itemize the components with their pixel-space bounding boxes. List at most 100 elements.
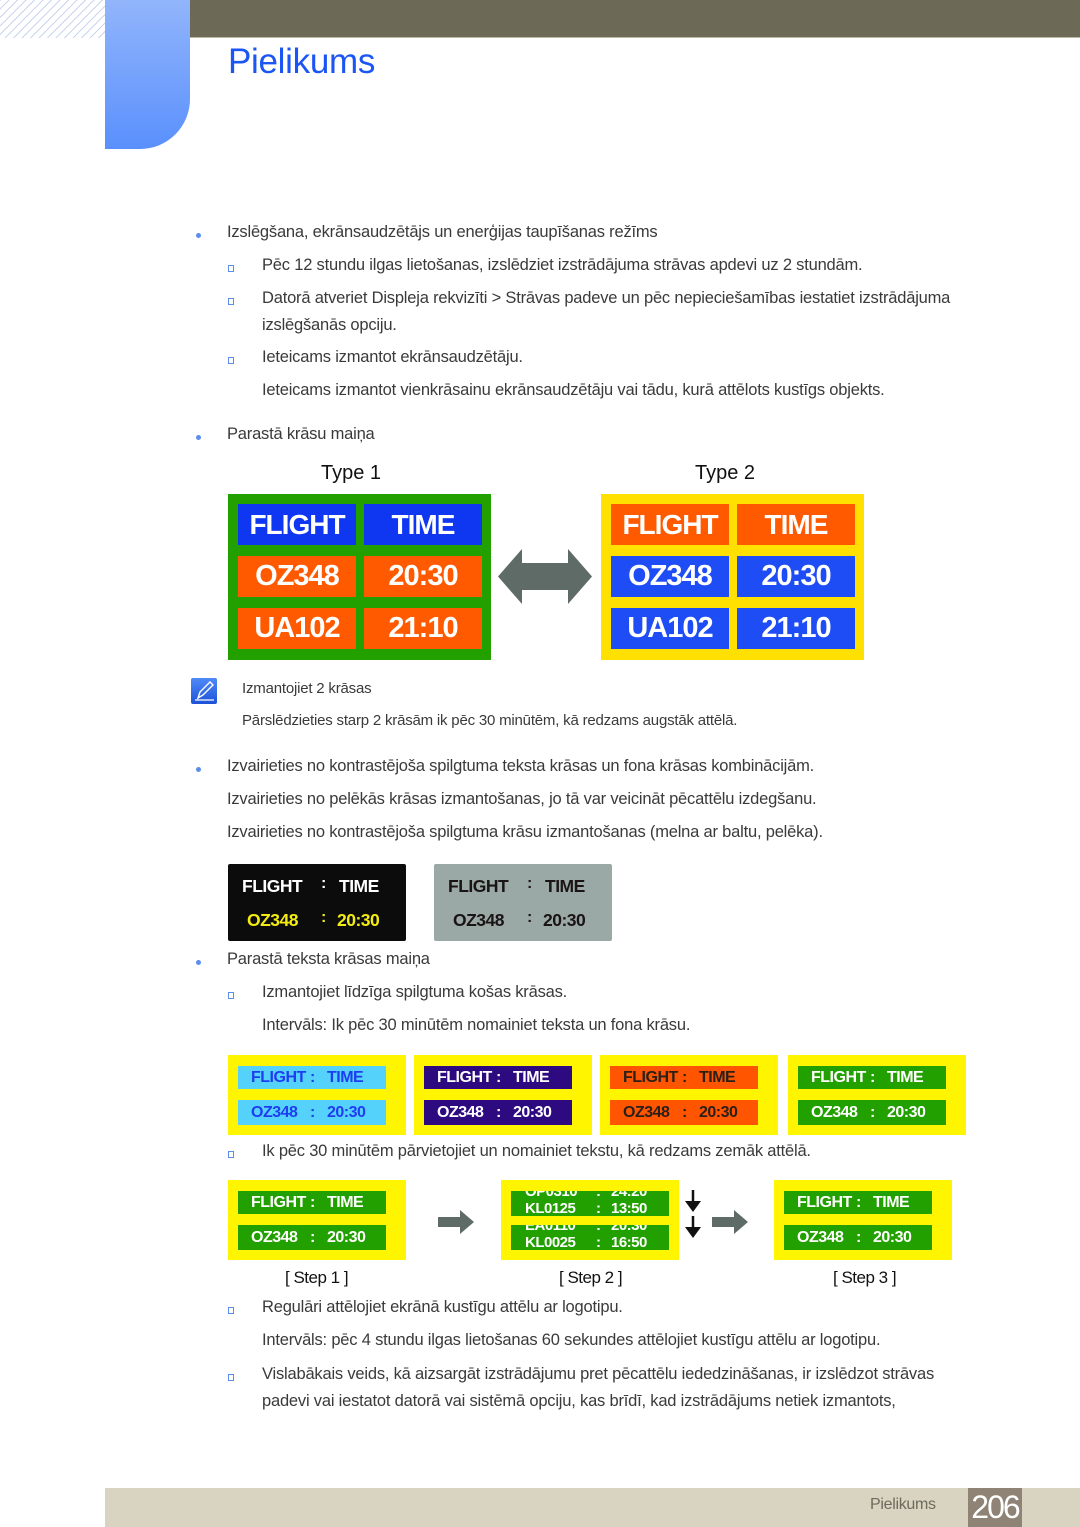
separator: : [321,909,327,926]
step2-label: [ Step 2 ] [559,1268,623,1287]
data-band: OZ348:20:30 [610,1100,758,1125]
separator: : [310,1193,315,1211]
scrolling-band: OP0310:24:20 KL0125:13:50 [511,1191,669,1216]
list-item-continuation: padevi vai iestatot datorā vai sistēmā o… [262,1392,896,1410]
scrolling-row: KL0125:13:50 [511,1200,669,1216]
arrow-right-icon [712,1210,748,1234]
header-time: TIME [699,1068,736,1086]
data-band: OZ348:20:30 [424,1100,572,1125]
bullet-icon [196,767,201,772]
step3-board: FLIGHT: TIME OZ348:20:30 [774,1180,952,1260]
square-bullet-icon [228,1374,234,1381]
type1-board: FLIGHT TIME OZ348 20:30 UA102 21:10 [228,494,491,660]
board-data-cell: UA102 [611,608,729,649]
header-bar [190,0,1080,38]
separator: : [496,1068,501,1086]
flight-value: OZ348 [437,1103,484,1121]
flight-value: OZ348 [251,1228,298,1246]
header-time: TIME [873,1193,910,1211]
header-band: FLIGHT: TIME [798,1066,946,1089]
list-item: Ieteicams izmantot ekrānsaudzētāju. [262,348,523,366]
separator: : [596,1234,601,1250]
list-item: Izmantojiet līdzīga spilgtuma košas krās… [262,983,568,1001]
flight-value: OZ348 [251,1103,298,1121]
separator: : [870,1068,875,1086]
list-item-sub: Ieteicams izmantot vienkrāsainu ekrānsau… [262,381,885,399]
header-flight: FLIGHT [448,876,509,896]
section-heading: Parastā teksta krāsas maiņa [227,950,430,968]
header-flight: FLIGHT [797,1193,852,1211]
time-value: 20:30 [327,1228,366,1246]
separator: : [870,1103,875,1121]
contrast-example-board: FLIGHT: TIME OZ348:20:30 [228,864,406,941]
type2-board: FLIGHT TIME OZ348 20:30 UA102 21:10 [601,494,864,660]
double-arrow-icon [498,549,592,604]
section-heading: Izvairieties no kontrastējoša spilgtuma … [227,757,815,775]
footer-section-label: Pielikums [870,1496,936,1513]
header-flight: FLIGHT [811,1068,866,1086]
flight-value: OZ348 [811,1103,858,1121]
note-title: Izmantojiet 2 krāsas [242,680,372,697]
board-header-cell: TIME [364,504,482,545]
bullet-icon [196,435,201,440]
separator: : [321,875,327,892]
chapter-tab [105,0,190,149]
board-data-cell: 21:10 [364,608,482,649]
separator: : [496,1103,501,1121]
square-bullet-icon [228,265,234,272]
separator: : [310,1068,315,1086]
decorative-stripes [0,0,105,38]
header-flight: FLIGHT [251,1193,306,1211]
color-variant-board: FLIGHT: TIME OZ348:20:30 [228,1055,406,1135]
time-value: 20:30 [543,910,586,930]
board-header-cell: FLIGHT [611,504,729,545]
flight-value: KL0025 [525,1234,576,1250]
header-band: FLIGHT: TIME [238,1191,386,1214]
separator: : [310,1228,315,1246]
bullet-icon [196,233,201,238]
separator: : [856,1228,861,1246]
time-value: 20:30 [873,1228,912,1246]
list-item: Vislabākais veids, kā aizsargāt izstrādā… [262,1365,935,1383]
list-item-continuation: izslēgšanās opciju. [262,316,397,334]
board-header-cell: TIME [737,504,855,545]
color-variant-board: FLIGHT: TIME OZ348:20:30 [788,1055,966,1135]
square-bullet-icon [228,992,234,999]
time-value: 20:30 [887,1103,926,1121]
contrast-example-board: FLIGHT: TIME OZ348:20:30 [434,864,612,941]
data-band: OZ348:20:30 [784,1225,932,1250]
list-item: Datorā atveriet Displeja rekvizīti > Str… [262,289,951,307]
scrolling-band: EA0110:20:30 KL0025:16:50 [511,1225,669,1250]
time-value: 20:30 [337,910,380,930]
board-data-cell: OZ348 [238,556,356,597]
page-number: 206 [968,1488,1022,1527]
time-value: 16:50 [611,1234,647,1250]
list-item: Regulāri attēlojiet ekrānā kustīgu attēl… [262,1298,623,1316]
section-heading: Izslēgšana, ekrānsaudzētājs un enerģijas… [227,223,658,241]
header-time: TIME [545,876,585,896]
board-data-cell: 21:10 [737,608,855,649]
header-time: TIME [513,1068,550,1086]
header-flight: FLIGHT [437,1068,492,1086]
text-line: Izvairieties no pelēkās krāsas izmantoša… [227,790,817,808]
list-item: Pēc 12 stundu ilgas lietošanas, izslēdzi… [262,256,863,274]
flight-value: OZ348 [623,1103,670,1121]
header-flight: FLIGHT [623,1068,678,1086]
square-bullet-icon [228,357,234,364]
separator: : [310,1103,315,1121]
header-time: TIME [327,1193,364,1211]
header-time: TIME [327,1068,364,1086]
separator: : [527,909,533,926]
arrow-right-icon [438,1210,474,1234]
arrow-down-icon [685,1190,701,1212]
time-value: 20:30 [327,1103,366,1121]
separator: : [596,1200,601,1216]
header-flight: FLIGHT [242,876,303,896]
board-data-cell: 20:30 [364,556,482,597]
list-item: Ik pēc 30 minūtēm pārvietojiet un nomain… [262,1142,811,1160]
header-band: FLIGHT: TIME [238,1066,386,1089]
board-data-cell: UA102 [238,608,356,649]
scrolling-row: KL0025:16:50 [511,1234,669,1250]
square-bullet-icon [228,1151,234,1158]
list-item-sub: Intervāls: Ik pēc 30 minūtēm nomainiet t… [262,1016,691,1034]
